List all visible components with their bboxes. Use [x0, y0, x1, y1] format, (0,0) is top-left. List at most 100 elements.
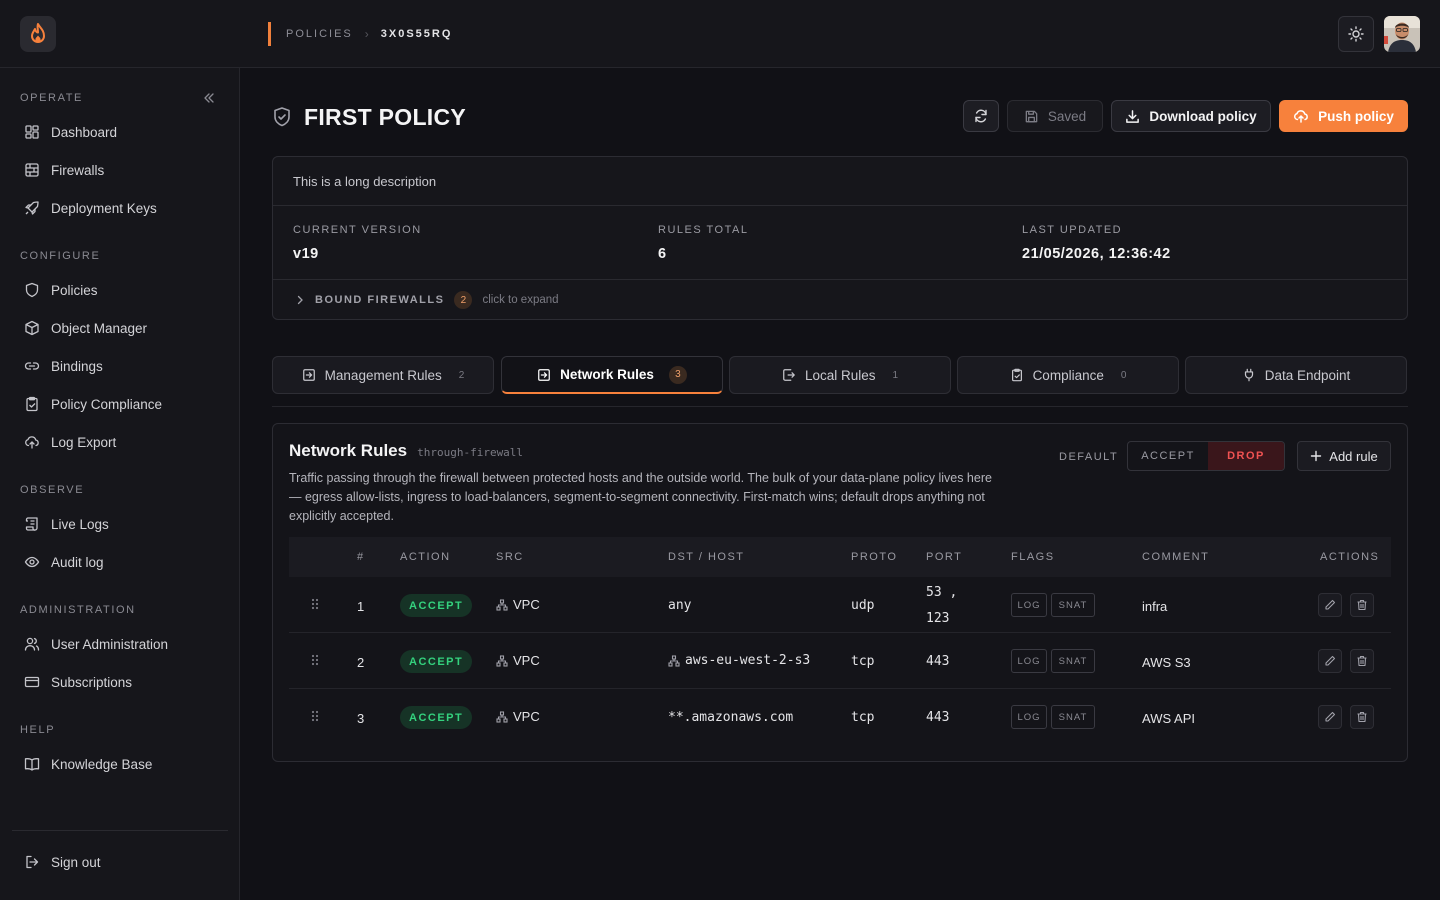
collapse-sidebar-icon[interactable] — [202, 91, 216, 105]
push-policy-button[interactable]: Push policy — [1279, 100, 1408, 132]
flag-log: LOG — [1011, 705, 1047, 729]
sidebar-item-object-manager[interactable]: Object Manager — [12, 312, 228, 344]
eye-icon — [24, 556, 40, 568]
default-drop-option[interactable]: DROP — [1208, 442, 1284, 470]
divider — [273, 205, 1407, 206]
download-policy-button[interactable]: Download policy — [1111, 100, 1271, 132]
rule-dst: **.amazonaws.com — [668, 710, 794, 725]
sidebar-section-operate: OPERATE — [20, 92, 83, 104]
rule-port: 443 — [926, 654, 950, 669]
bound-firewalls-label: BOUND FIREWALLS — [315, 294, 445, 306]
sidebar-item-user-administration[interactable]: User Administration — [12, 628, 228, 660]
column-header-src: SRC — [496, 551, 524, 563]
breadcrumb-separator-icon: › — [364, 27, 369, 41]
cube-icon — [25, 320, 39, 336]
column-header-flags: FLAGS — [1011, 551, 1055, 563]
flag-snat: SNAT — [1051, 705, 1095, 729]
default-accept-option[interactable]: ACCEPT — [1128, 442, 1208, 470]
sign-out-icon — [26, 855, 39, 869]
page-title: FIRST POLICY — [304, 103, 467, 130]
column-header-number: # — [357, 551, 365, 563]
tab-data-endpoint[interactable]: Data Endpoint — [1185, 356, 1407, 394]
tab-management-rules[interactable]: Management Rules 2 — [272, 356, 494, 394]
sidebar-item-live-logs[interactable]: Live Logs — [12, 508, 228, 540]
sidebar-item-policies[interactable]: Policies — [12, 274, 228, 306]
sidebar-item-label: Knowledge Base — [51, 756, 153, 772]
signout-label: Sign out — [51, 854, 101, 870]
sidebar-item-deployment-keys[interactable]: Deployment Keys — [12, 192, 228, 224]
rule-src-label: VPC — [513, 709, 540, 724]
trash-icon — [1357, 711, 1367, 723]
push-label: Push policy — [1318, 108, 1394, 124]
delete-rule-button[interactable] — [1350, 705, 1374, 729]
app-logo[interactable] — [20, 16, 56, 52]
delete-rule-button[interactable] — [1350, 649, 1374, 673]
sidebar-section-configure: CONFIGURE — [20, 250, 101, 262]
sidebar-item-label: Object Manager — [51, 320, 148, 336]
pencil-icon — [1325, 599, 1336, 610]
sidebar-item-label: Firewalls — [51, 162, 105, 178]
sidebar-item-label: Live Logs — [51, 516, 109, 532]
drag-handle-icon[interactable] — [311, 598, 319, 610]
column-header-actions: ACTIONS — [1320, 551, 1380, 563]
sidebar-item-audit-log[interactable]: Audit log — [12, 546, 228, 578]
sidebar-item-firewalls[interactable]: Firewalls — [12, 154, 228, 186]
rule-src: VPC — [496, 709, 540, 724]
sidebar-item-subscriptions[interactable]: Subscriptions — [12, 666, 228, 698]
tab-count: 1 — [892, 369, 899, 381]
shield-icon — [25, 282, 39, 298]
rule-src: VPC — [496, 597, 540, 612]
table-row: 1 ACCEPT VPC any udp 53 , 123 LOG SNAT i… — [289, 577, 1391, 633]
tab-count: 0 — [1120, 369, 1127, 381]
sidebar-item-log-export[interactable]: Log Export — [12, 426, 228, 458]
refresh-icon — [975, 109, 987, 123]
rule-comment: AWS API — [1142, 711, 1195, 726]
user-avatar[interactable] — [1384, 16, 1420, 52]
delete-rule-button[interactable] — [1350, 593, 1374, 617]
sidebar-section-observe: OBSERVE — [20, 484, 85, 496]
sidebar-item-knowledge-base[interactable]: Knowledge Base — [12, 748, 228, 780]
flame-icon — [31, 23, 45, 43]
tab-local-rules[interactable]: Local Rules 1 — [729, 356, 951, 394]
sidebar-item-label: Deployment Keys — [51, 200, 157, 216]
policy-description: This is a long description — [293, 174, 437, 189]
credit-card-icon — [24, 676, 40, 688]
edit-rule-button[interactable] — [1318, 649, 1342, 673]
rules-header: Network Rules through-firewall — [289, 441, 523, 461]
signout-button[interactable]: Sign out — [12, 846, 228, 878]
bound-firewalls-toggle[interactable]: BOUND FIREWALLS 2 click to expand — [295, 290, 559, 310]
rule-src: VPC — [496, 653, 540, 668]
column-header-dst: DST / HOST — [668, 551, 745, 563]
sidebar-item-label: Bindings — [51, 358, 103, 374]
rules-tag: through-firewall — [417, 446, 524, 459]
column-header-comment: COMMENT — [1142, 551, 1210, 563]
pencil-icon — [1325, 655, 1336, 666]
drag-handle-icon[interactable] — [311, 710, 319, 722]
stat-value-updated: 21/05/2026, 12:36:42 — [1022, 246, 1171, 262]
tab-compliance[interactable]: Compliance 0 — [957, 356, 1179, 394]
refresh-button[interactable] — [963, 100, 999, 132]
sidebar-item-label: Policy Compliance — [51, 396, 163, 412]
edit-rule-button[interactable] — [1318, 593, 1342, 617]
tab-label: Management Rules — [324, 367, 442, 383]
edit-rule-button[interactable] — [1318, 705, 1342, 729]
add-rule-button[interactable]: Add rule — [1297, 441, 1391, 471]
sidebar-item-bindings[interactable]: Bindings — [12, 350, 228, 382]
rule-proto: tcp — [851, 654, 875, 669]
breadcrumb-policies[interactable]: POLICIES — [286, 28, 353, 40]
drag-handle-icon[interactable] — [311, 654, 319, 666]
arrow-in-box-icon — [538, 368, 550, 381]
rule-dst: aws-eu-west-2-s3 — [668, 653, 810, 668]
stat-value-version: v19 — [293, 246, 319, 262]
tab-network-rules[interactable]: Network Rules 3 — [501, 356, 723, 394]
flag-log: LOG — [1011, 649, 1047, 673]
flag-snat: SNAT — [1051, 649, 1095, 673]
saved-button[interactable]: Saved — [1007, 100, 1103, 132]
sidebar-item-policy-compliance[interactable]: Policy Compliance — [12, 388, 228, 420]
flag-log: LOG — [1011, 593, 1047, 617]
sidebar-item-dashboard[interactable]: Dashboard — [12, 116, 228, 148]
network-rules-card: Network Rules through-firewall Traffic p… — [272, 423, 1408, 762]
theme-toggle-button[interactable] — [1338, 16, 1374, 52]
rule-src-label: VPC — [513, 597, 540, 612]
save-icon — [1025, 110, 1038, 122]
